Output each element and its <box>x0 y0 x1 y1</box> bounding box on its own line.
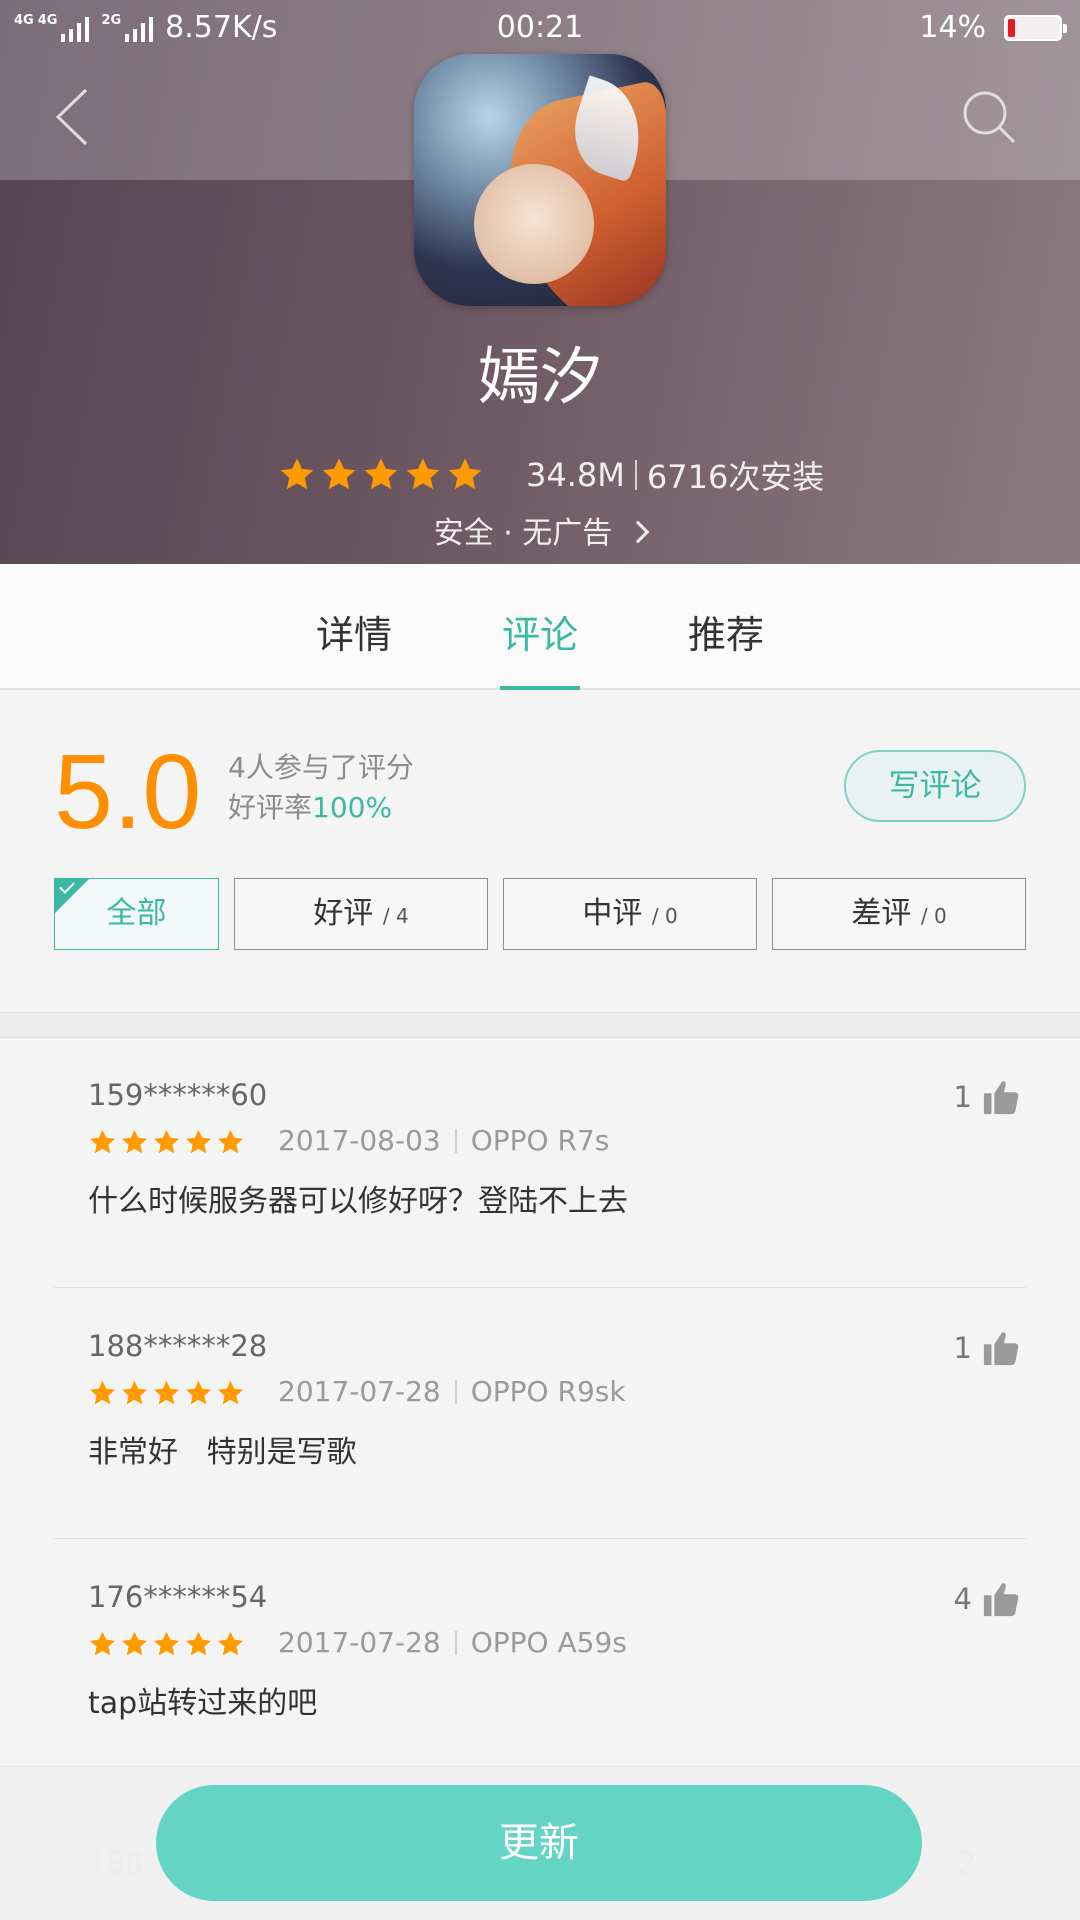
filter-label: 差评 <box>851 896 912 931</box>
app-size: 34.8M <box>526 456 625 494</box>
status-right: 14% <box>919 10 1067 45</box>
review-date: 2017-08-03 <box>278 1124 441 1157</box>
battery-percent: 14% <box>919 10 986 45</box>
star-icon <box>186 1380 211 1405</box>
clock: 00:21 <box>496 10 584 45</box>
back-arrow-icon[interactable] <box>46 86 102 148</box>
filter-count: / 0 <box>920 904 947 928</box>
battery-icon <box>1004 14 1067 41</box>
star-icon <box>280 458 314 490</box>
tab-reviews[interactable]: 评论 <box>502 604 578 659</box>
app-installs: 6716次安装 <box>646 458 825 496</box>
review-item: 176******54 2017-07-28 OPPO A59s tap站转过来的… <box>54 1540 1026 1790</box>
tab-bar: 详情 评论 推荐 <box>0 564 1080 690</box>
filter-count: / 4 <box>382 904 409 928</box>
review-item: 188******28 2017-07-28 OPPO R9sk 非常好 特别是写… <box>54 1289 1026 1539</box>
section-divider <box>0 1012 1080 1038</box>
star-icon <box>406 458 440 490</box>
app-name: 嫣汐 <box>477 340 602 413</box>
star-icon <box>364 458 398 490</box>
like-count: 1 <box>953 1331 972 1365</box>
filter-label: 好评 <box>313 896 374 931</box>
star-icon <box>218 1380 243 1405</box>
review-user: 176******54 <box>88 1580 268 1614</box>
review-device: OPPO A59s <box>470 1626 627 1659</box>
safety-info-link[interactable]: 安全 · 无广告 <box>0 508 1080 552</box>
review-text: tap站转过来的吧 <box>88 1686 318 1721</box>
review-user: 188******28 <box>88 1329 268 1363</box>
review-meta: 2017-07-28 OPPO R9sk <box>278 1375 626 1408</box>
tab-details[interactable]: 详情 <box>316 604 392 659</box>
star-icon <box>122 1129 147 1154</box>
score-info: 4人参与了评分 好评率100% <box>228 748 414 828</box>
active-tab-indicator <box>500 686 580 690</box>
star-icon <box>154 1380 179 1405</box>
update-button[interactable]: 更新 <box>156 1785 922 1901</box>
positive-rate: 好评率100% <box>228 788 414 828</box>
review-meta: 2017-07-28 OPPO A59s <box>278 1626 627 1659</box>
thumbs-up-icon <box>983 1081 1019 1115</box>
safety-label: 安全 · 无广告 <box>433 516 613 551</box>
review-device: OPPO R9sk <box>470 1375 626 1408</box>
status-bar: 4G 4G 2G 8.57K/s 00:21 14% <box>0 0 1080 56</box>
filter-all[interactable]: 全部 <box>54 878 219 950</box>
star-icon <box>448 458 482 490</box>
star-icon <box>154 1129 179 1154</box>
like-count: 4 <box>953 1582 972 1616</box>
review-text: 什么时候服务器可以修好呀？登陆不上去 <box>88 1184 628 1219</box>
star-icon <box>322 458 356 490</box>
write-review-button[interactable]: 写评论 <box>844 750 1026 822</box>
like-count: 1 <box>953 1080 972 1114</box>
bottom-bar: 更新 <box>0 1766 1080 1920</box>
like-button[interactable]: 1 <box>954 1329 1020 1367</box>
star-icon <box>122 1380 147 1405</box>
like-button[interactable]: 4 <box>954 1580 1020 1618</box>
review-device: OPPO R7s <box>470 1124 610 1157</box>
participants-count: 4人参与了评分 <box>228 751 414 784</box>
thumbs-up-icon <box>983 1583 1019 1617</box>
positive-rate-value: 100% <box>312 791 393 824</box>
positive-rate-label: 好评率 <box>228 791 313 824</box>
star-icon <box>90 1631 115 1656</box>
review-stars <box>88 1379 245 1408</box>
star-icon <box>218 1631 243 1656</box>
review-date: 2017-07-28 <box>278 1626 441 1659</box>
like-button[interactable]: 1 <box>954 1078 1020 1116</box>
star-icon <box>186 1129 211 1154</box>
tab-recommend[interactable]: 推荐 <box>688 604 764 659</box>
filter-count: / 0 <box>651 904 678 928</box>
filter-label: 全部 <box>106 896 167 931</box>
filter-positive[interactable]: 好评 / 4 <box>234 878 488 950</box>
meta-divider <box>454 1630 457 1655</box>
search-icon[interactable] <box>960 88 1018 146</box>
app-rating-stars <box>278 456 484 494</box>
review-date: 2017-07-28 <box>278 1375 441 1408</box>
meta-divider <box>454 1379 457 1404</box>
meta-divider <box>634 460 637 490</box>
chevron-right-icon <box>626 520 650 543</box>
review-text: 非常好 特别是写歌 <box>88 1435 357 1470</box>
star-icon <box>122 1631 147 1656</box>
review-stars <box>88 1128 245 1157</box>
review-stars <box>88 1630 245 1659</box>
filter-negative[interactable]: 差评 / 0 <box>772 878 1026 950</box>
average-score: 5.0 <box>54 733 202 851</box>
app-meta: 34.8M 6716次安装 <box>278 450 824 500</box>
review-item: 159******60 2017-08-03 OPPO R7s 什么时候服务器可以… <box>54 1038 1026 1288</box>
star-icon <box>186 1631 211 1656</box>
star-icon <box>90 1129 115 1154</box>
meta-divider <box>454 1128 457 1153</box>
app-icon <box>414 54 666 306</box>
filter-label: 中评 <box>582 896 643 931</box>
app-header: 4G 4G 2G 8.57K/s 00:21 14% 嫣汐 34.8M 6716… <box>0 0 1080 564</box>
star-icon <box>154 1631 179 1656</box>
review-user: 159******60 <box>88 1078 268 1112</box>
thumbs-up-icon <box>983 1332 1019 1366</box>
star-icon <box>218 1129 243 1154</box>
review-meta: 2017-08-03 OPPO R7s <box>278 1124 609 1157</box>
filter-neutral[interactable]: 中评 / 0 <box>503 878 757 950</box>
star-icon <box>90 1380 115 1405</box>
